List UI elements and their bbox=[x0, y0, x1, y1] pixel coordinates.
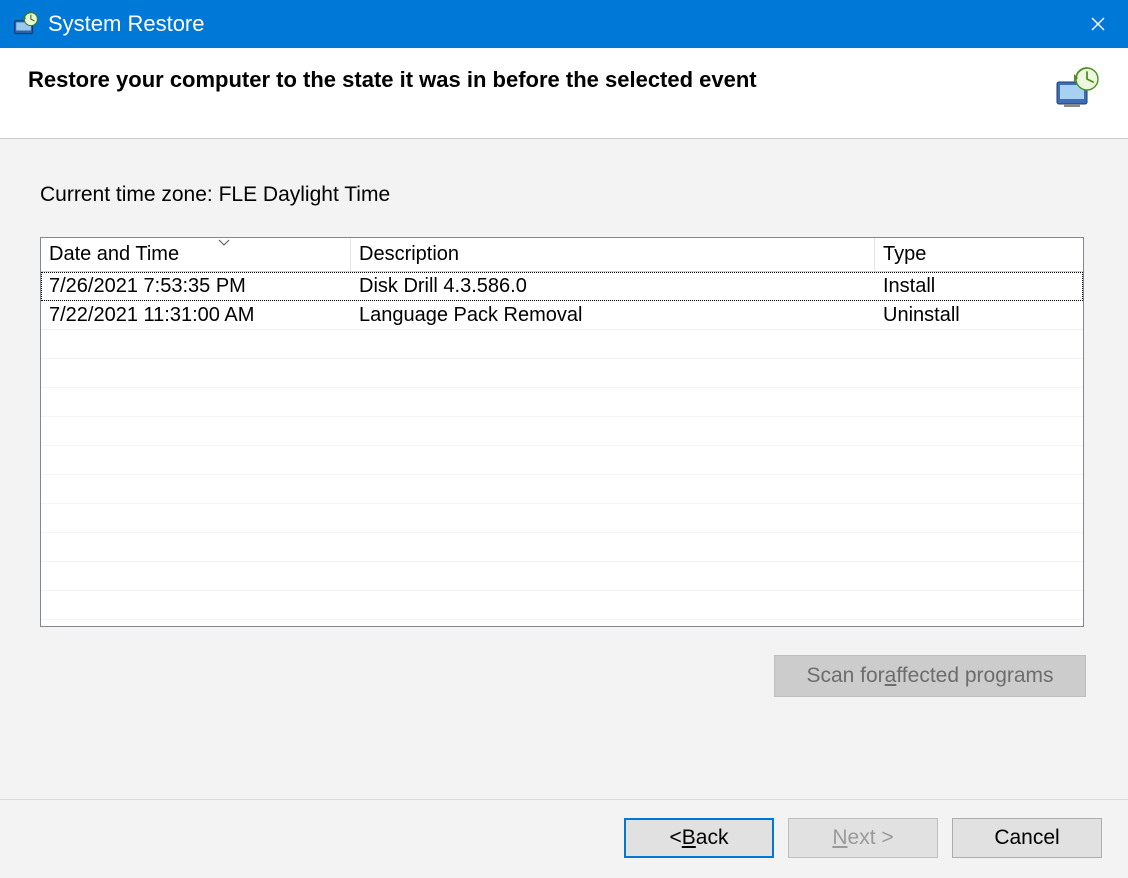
scan-affected-programs-button: Scan for affected programs bbox=[774, 655, 1086, 697]
table-row-empty bbox=[41, 562, 1083, 591]
page-header: Restore your computer to the state it wa… bbox=[0, 48, 1128, 139]
button-label-suffix: ack bbox=[696, 826, 729, 850]
table-row-empty bbox=[41, 533, 1083, 562]
column-header-label: Type bbox=[883, 243, 926, 265]
window-title: System Restore bbox=[48, 11, 1068, 37]
close-icon bbox=[1091, 17, 1105, 31]
table-body: 7/26/2021 7:53:35 PM Disk Drill 4.3.586.… bbox=[41, 272, 1083, 620]
close-button[interactable] bbox=[1068, 0, 1128, 48]
cell-type: Install bbox=[875, 273, 1083, 300]
table-row-empty bbox=[41, 446, 1083, 475]
cell-description: Disk Drill 4.3.586.0 bbox=[351, 273, 875, 300]
wizard-footer: < Back Next > Cancel bbox=[0, 799, 1128, 878]
next-button: Next > bbox=[788, 818, 938, 858]
button-label-suffix: ffected programs bbox=[896, 664, 1053, 688]
scan-button-row: Scan for affected programs bbox=[40, 655, 1088, 697]
table-row-empty bbox=[41, 359, 1083, 388]
table-row-empty bbox=[41, 388, 1083, 417]
table-row-empty bbox=[41, 591, 1083, 620]
table-header: Date and Time Description Type bbox=[41, 238, 1083, 272]
column-header-type[interactable]: Type bbox=[875, 238, 1083, 271]
column-header-label: Description bbox=[359, 243, 459, 265]
cell-type: Uninstall bbox=[875, 302, 1083, 329]
button-label-prefix: < bbox=[670, 826, 682, 850]
restore-points-table: Date and Time Description Type 7/26/2021… bbox=[40, 237, 1084, 627]
column-header-date[interactable]: Date and Time bbox=[41, 238, 351, 271]
table-row-empty bbox=[41, 417, 1083, 446]
table-row[interactable]: 7/22/2021 11:31:00 AM Language Pack Remo… bbox=[41, 301, 1083, 330]
column-header-description[interactable]: Description bbox=[351, 238, 875, 271]
cell-date: 7/26/2021 7:53:35 PM bbox=[41, 273, 351, 300]
table-row-empty bbox=[41, 475, 1083, 504]
button-label-accel: a bbox=[885, 664, 897, 688]
sort-indicator-icon bbox=[218, 239, 230, 250]
cell-date: 7/22/2021 11:31:00 AM bbox=[41, 302, 351, 329]
system-restore-icon bbox=[12, 10, 40, 38]
table-row-empty bbox=[41, 504, 1083, 533]
button-label-prefix: Scan for bbox=[806, 664, 884, 688]
button-label-suffix: ext > bbox=[848, 826, 894, 850]
timezone-label: Current time zone: FLE Daylight Time bbox=[40, 183, 1088, 207]
button-label-accel: N bbox=[832, 826, 847, 850]
system-restore-header-icon bbox=[1054, 66, 1100, 108]
cancel-button[interactable]: Cancel bbox=[952, 818, 1102, 858]
page-heading: Restore your computer to the state it wa… bbox=[28, 66, 757, 95]
button-label: Cancel bbox=[994, 826, 1059, 850]
titlebar: System Restore bbox=[0, 0, 1128, 48]
button-label-accel: B bbox=[682, 826, 696, 850]
table-row[interactable]: 7/26/2021 7:53:35 PM Disk Drill 4.3.586.… bbox=[41, 272, 1083, 301]
cell-description: Language Pack Removal bbox=[351, 302, 875, 329]
body-area: Current time zone: FLE Daylight Time Dat… bbox=[0, 139, 1128, 697]
column-header-label: Date and Time bbox=[49, 243, 179, 265]
table-row-empty bbox=[41, 330, 1083, 359]
back-button[interactable]: < Back bbox=[624, 818, 774, 858]
